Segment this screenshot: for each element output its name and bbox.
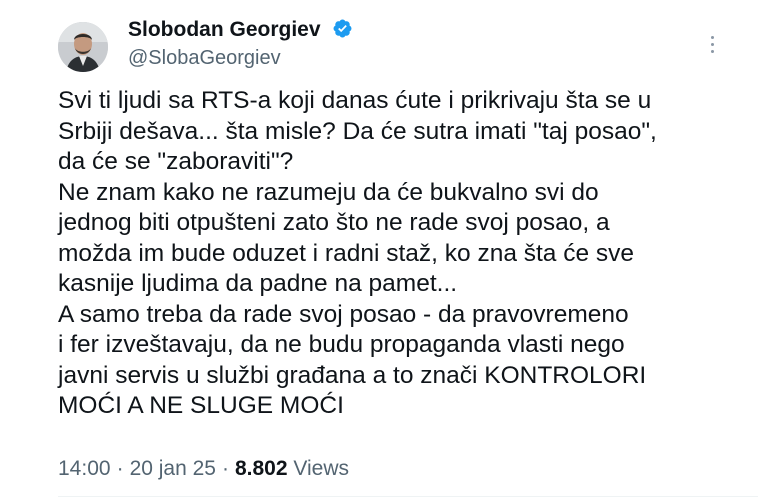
author-name-text: Slobodan Georgiev xyxy=(128,18,321,41)
divider xyxy=(58,496,758,497)
tweet-line: Ne znam kako ne razumeju da će bukvalno … xyxy=(58,178,599,206)
tweet-line: možda im bude oduzet i radni staž, ko zn… xyxy=(58,239,635,267)
avatar[interactable] xyxy=(58,22,108,72)
tweet-line: Srbiji dešava... šta misle? Da će sutra … xyxy=(58,117,657,145)
tweet-line: A samo treba da rade svoj posao - da pra… xyxy=(58,300,629,328)
tweet-meta: 14:00 · 20 jan 25 · 8.802 Views xyxy=(58,457,349,481)
author-name[interactable]: Slobodan Georgiev xyxy=(128,18,353,42)
tweet-line: jednog biti otpušteni zato što ne rade s… xyxy=(58,209,610,236)
tweet-line: kasnije ljudima da padne na pamet... xyxy=(58,270,458,297)
tweet-time[interactable]: 14:00 xyxy=(58,457,111,480)
avatar-photo xyxy=(58,22,108,72)
tweet-line: Svi ti ljudi sa RTS-a koji danas ćute i … xyxy=(58,87,652,114)
meta-separator: · xyxy=(116,457,124,480)
meta-separator: · xyxy=(221,457,229,480)
author-handle[interactable]: @SlobaGeorgiev xyxy=(128,47,281,70)
verified-badge-icon xyxy=(333,19,352,38)
views-count: 8.802 xyxy=(234,457,288,480)
tweet-date[interactable]: 20 jan 25 xyxy=(130,457,216,480)
tweet-card: Slobodan Georgiev @SlobaGeorgiev Svi ti … xyxy=(0,0,770,503)
views-label: Views xyxy=(293,457,350,480)
tweet-line: i fer izveštavaju, da ne budu propaganda… xyxy=(58,331,625,358)
tweet-text: Svi ti ljudi sa RTS-a koji danas ćute i … xyxy=(58,86,748,422)
tweet-line: da će se "zaboraviti"? xyxy=(58,148,294,175)
more-options-icon[interactable] xyxy=(705,36,719,56)
tweet-line: javni servis u službi građana a to znači… xyxy=(58,361,647,389)
tweet-line: MOĆI A NE SLUGE MOĆI xyxy=(58,392,344,419)
